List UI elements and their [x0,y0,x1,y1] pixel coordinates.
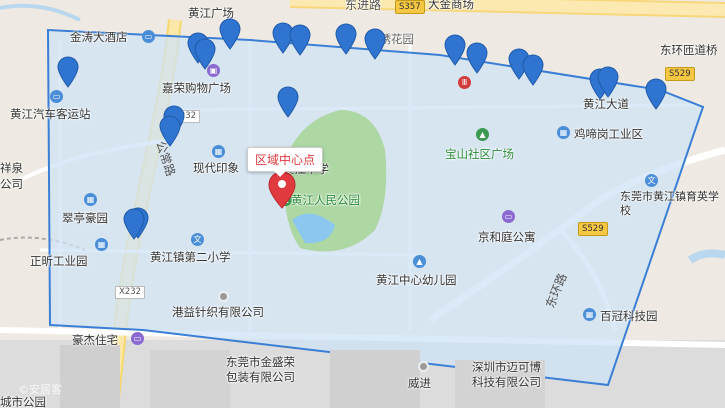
place-label: 黄江中心幼儿园 [376,273,457,287]
place-label: 黄江汽车客运站 [10,107,91,121]
school-icon[interactable]: 文 [191,233,204,246]
apartment-icon[interactable]: ▭ [502,210,515,223]
location-pin-icon[interactable] [335,23,357,55]
place-label: 宝山社区广场 [445,147,514,161]
building-icon[interactable]: ▦ [583,308,596,321]
place-label: 豪杰住宅 [72,333,118,347]
location-pin-icon[interactable] [194,38,216,70]
location-pin-icon[interactable] [289,24,311,56]
location-pin-icon[interactable] [645,78,667,110]
road-tag-x232: X232 [115,286,146,299]
place-label: 现代印象 [193,161,239,175]
road-shield-s529: S529 [665,67,695,81]
building-icon[interactable]: ▦ [557,126,570,139]
place-label: 祥泉 [0,161,23,175]
road-shield-s529: S529 [578,222,608,236]
location-pin-icon[interactable] [159,115,181,147]
building-icon[interactable]: ▦ [212,145,225,158]
place-label: 东环匝道桥 [660,43,718,57]
road-shield-s357: S357 [395,0,425,14]
location-pin-icon[interactable] [444,34,466,66]
place-label: 威进 [408,376,431,390]
location-pin-icon[interactable] [57,56,79,88]
kindergarten-icon[interactable]: ▲ [413,255,426,268]
place-label: 东莞市黄江镇育英学校 [620,190,719,217]
location-pin-icon[interactable] [277,86,299,118]
place-label: 东莞市金盛荣包装有限公司 [226,355,295,384]
location-pin-icon[interactable] [597,66,619,98]
place-label: 金涛大酒店 [70,30,128,44]
road-label: 东进路 [345,0,382,12]
location-pin-icon[interactable] [522,54,544,86]
building-icon[interactable]: ▦ [95,238,108,251]
location-pin-icon[interactable] [219,18,241,50]
place-label: 深圳市迈可博科技有限公司 [472,360,541,389]
watermark: ©安居客 [18,383,62,396]
hotel-icon[interactable]: ▭ [142,30,155,43]
building-icon[interactable]: ▦ [84,193,97,206]
location-pin-icon[interactable] [364,28,386,60]
school-icon[interactable]: 文 [645,174,658,187]
location-pin-icon[interactable] [123,208,145,240]
plaza-icon[interactable]: ▲ [476,128,489,141]
place-label: 翠亭豪园 [62,211,108,225]
place-label: 黄江人民公园 [291,193,360,207]
apartment-icon[interactable]: ▭ [131,332,144,345]
place-label: 大金商场 [428,0,474,11]
place-label: 正昕工业园 [30,254,88,268]
place-label: 嘉荣购物广场 [162,81,231,95]
map-canvas[interactable]: S357 S529 S529 X232 X232 黄江广场 东进路 大金商场 ▭… [0,0,725,408]
poi-dot-icon[interactable] [218,291,229,302]
place-label: 黄江镇第二小学 [150,250,231,264]
place-label: 港益针织有限公司 [172,305,264,319]
place-label: 京和庭公寓 [478,230,536,244]
place-label: 鸡啼岗工业区 [574,127,643,141]
poi-dot-icon[interactable] [418,361,429,372]
location-pin-icon[interactable] [466,42,488,74]
bank-icon[interactable]: Ⅲ [458,76,471,89]
place-label: 公司 [0,177,23,191]
center-point-callout[interactable]: 区域中心点 [247,147,324,177]
bus-station-icon[interactable]: ▭ [50,90,63,103]
place-label: 百冠科技园 [600,309,658,323]
